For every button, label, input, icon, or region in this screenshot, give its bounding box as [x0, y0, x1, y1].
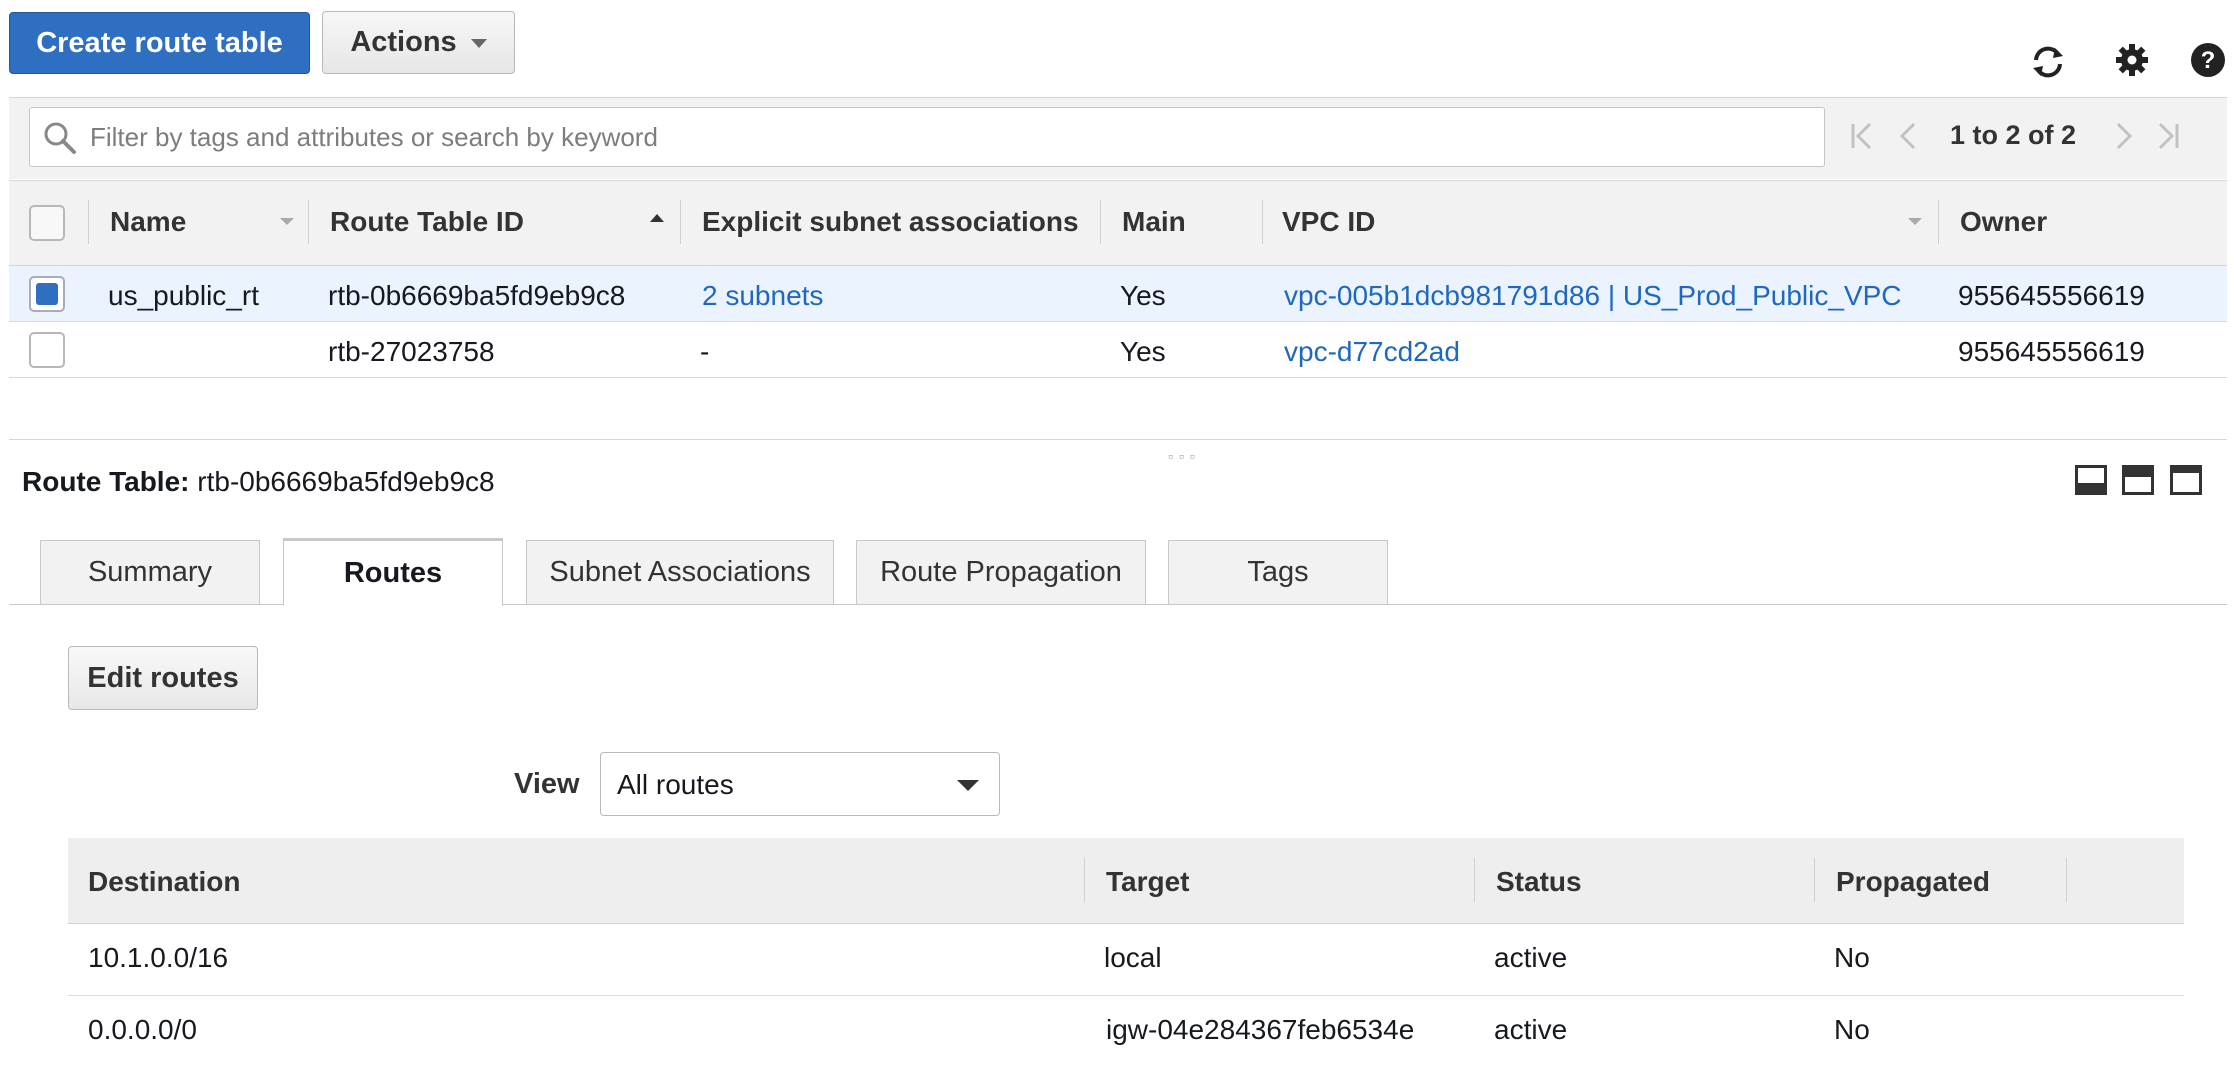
chevron-down-icon [957, 780, 979, 791]
column-header-main[interactable]: Main [1122, 206, 1186, 238]
edit-routes-button[interactable]: Edit routes [68, 646, 258, 710]
chevron-down-icon [470, 39, 487, 48]
tab-subnet-associations[interactable]: Subnet Associations [526, 540, 834, 604]
detail-title: Route Table: rtb-0b6669ba5fd9eb9c8 [22, 466, 495, 498]
column-divider [1474, 858, 1475, 902]
row-subnets: - [700, 336, 710, 367]
view-label: View [514, 768, 580, 800]
column-divider [2066, 858, 2067, 902]
route-target: local [1104, 942, 1162, 973]
route-status: active [1494, 1014, 1568, 1045]
tab-routes[interactable]: Routes [283, 538, 503, 606]
sort-icon[interactable] [1908, 218, 1922, 225]
tab-route-propagation[interactable]: Route Propagation [856, 540, 1146, 604]
create-route-table-button[interactable]: Create route table [9, 12, 310, 74]
route-target-link[interactable]: igw-04e284367feb6534e [1106, 1014, 1414, 1046]
routes-column-destination[interactable]: Destination [88, 866, 240, 898]
row-main: Yes [1120, 280, 1166, 311]
tab-summary[interactable]: Summary [40, 540, 260, 604]
sort-icon[interactable] [280, 218, 294, 225]
column-divider [1100, 200, 1101, 244]
row-route-table-id: rtb-0b6669ba5fd9eb9c8 [328, 280, 626, 311]
detail-value: rtb-0b6669ba5fd9eb9c8 [197, 466, 495, 497]
pane-splitter[interactable] [9, 439, 2227, 440]
column-header-route-table-id[interactable]: Route Table ID [330, 206, 524, 238]
search-icon [44, 122, 76, 154]
actions-dropdown-button[interactable]: Actions [322, 11, 515, 74]
column-divider [1814, 858, 1815, 902]
refresh-icon[interactable] [2028, 42, 2068, 82]
view-select[interactable]: All routes [600, 752, 1000, 816]
column-divider [308, 200, 309, 244]
row-route-table-id: rtb-27023758 [328, 336, 495, 367]
routes-column-target[interactable]: Target [1106, 866, 1190, 898]
route-propagated: No [1834, 942, 1870, 973]
first-page-icon[interactable] [1846, 118, 1880, 154]
row-vpc-link[interactable]: vpc-005b1dcb981791d86 | US_Prod_Public_V… [1284, 280, 1901, 312]
row-checkbox[interactable] [29, 332, 65, 368]
route-destination: 0.0.0.0/0 [88, 1014, 197, 1045]
previous-page-icon[interactable] [1892, 118, 1926, 154]
column-divider [1262, 200, 1263, 244]
row-main: Yes [1120, 336, 1166, 367]
next-page-icon[interactable] [2106, 118, 2140, 154]
layout-bottom-icon[interactable] [2075, 465, 2107, 495]
routes-column-status[interactable]: Status [1496, 866, 1582, 898]
column-header-name[interactable]: Name [110, 206, 186, 238]
actions-label: Actions [350, 26, 457, 58]
detail-label: Route Table: [22, 466, 190, 497]
route-destination: 10.1.0.0/16 [88, 942, 229, 973]
row-vpc-link[interactable]: vpc-d77cd2ad [1284, 336, 1460, 368]
help-icon[interactable]: ? [2188, 40, 2228, 80]
routes-column-propagated[interactable]: Propagated [1836, 866, 1990, 898]
column-divider [1938, 200, 1939, 244]
layout-top-icon[interactable] [2170, 465, 2202, 495]
column-divider [1084, 858, 1085, 902]
search-input[interactable] [88, 118, 1808, 156]
column-header-owner[interactable]: Owner [1960, 206, 2047, 238]
select-all-checkbox[interactable] [29, 205, 65, 241]
gear-icon[interactable] [2112, 40, 2152, 80]
resize-grip-icon[interactable]: ▫▫▫ [1168, 448, 1201, 464]
column-divider [680, 200, 681, 244]
route-propagated: No [1834, 1014, 1870, 1045]
row-owner: 955645556619 [1958, 336, 2145, 367]
search-box[interactable] [29, 107, 1825, 167]
row-owner: 955645556619 [1958, 280, 2145, 311]
column-divider [88, 200, 89, 244]
last-page-icon[interactable] [2150, 118, 2184, 154]
view-select-value: All routes [617, 769, 734, 800]
tab-tags[interactable]: Tags [1168, 540, 1388, 604]
sort-ascending-icon[interactable] [650, 214, 664, 222]
row-checkbox[interactable] [29, 276, 65, 312]
column-header-vpc-id[interactable]: VPC ID [1282, 206, 1375, 238]
column-header-subnet-associations[interactable]: Explicit subnet associations [702, 206, 1079, 238]
svg-text:?: ? [2201, 47, 2216, 74]
pagination-text: 1 to 2 of 2 [1950, 120, 2077, 150]
row-subnets-link[interactable]: 2 subnets [702, 280, 823, 312]
row-name: us_public_rt [108, 280, 259, 311]
layout-split-icon[interactable] [2122, 465, 2154, 495]
route-status: active [1494, 942, 1568, 973]
